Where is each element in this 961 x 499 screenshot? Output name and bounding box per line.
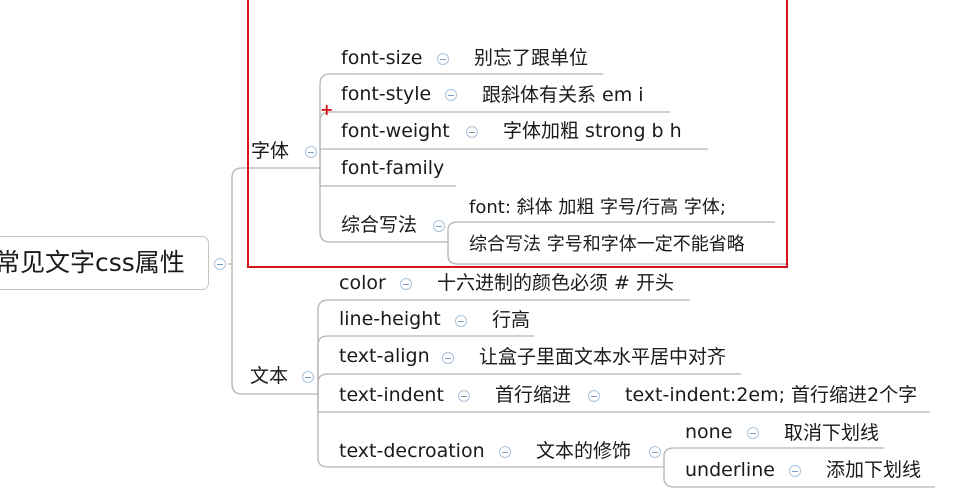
root-node[interactable]: 常见文字css属性 xyxy=(0,236,209,290)
note-underline[interactable]: 添加下划线 xyxy=(826,461,921,480)
collapse-icon[interactable] xyxy=(747,427,759,439)
note-text-decoration[interactable]: 文本的修饰 xyxy=(536,442,631,461)
branch-text[interactable]: 文本 xyxy=(250,367,288,386)
node-shorthand[interactable]: 综合写法 xyxy=(341,216,417,235)
collapse-icon[interactable] xyxy=(649,446,661,458)
note-font-size[interactable]: 别忘了跟单位 xyxy=(474,49,588,68)
node-color[interactable]: color xyxy=(339,274,386,293)
collapse-icon[interactable] xyxy=(214,258,226,270)
option-underline[interactable]: underline xyxy=(685,461,775,480)
collapse-icon[interactable] xyxy=(588,390,600,402)
note-shorthand-rule[interactable]: 综合写法 字号和字体一定不能省略 xyxy=(469,236,745,254)
crosshair-cursor-icon: + xyxy=(320,100,334,119)
subnote-text-indent[interactable]: text-indent:2em; 首行缩进2个字 xyxy=(625,386,917,405)
node-font-weight[interactable]: font-weight xyxy=(341,122,450,141)
collapse-icon[interactable] xyxy=(433,220,445,232)
root-label: 常见文字css属性 xyxy=(0,248,185,277)
option-none[interactable]: none xyxy=(685,423,732,442)
note-none[interactable]: 取消下划线 xyxy=(784,424,879,443)
node-line-height[interactable]: line-height xyxy=(339,310,441,329)
note-text-align[interactable]: 让盒子里面文本水平居中对齐 xyxy=(479,348,726,367)
node-text-align[interactable]: text-align xyxy=(339,347,430,366)
note-line-height[interactable]: 行高 xyxy=(492,311,530,330)
collapse-icon[interactable] xyxy=(400,278,412,290)
node-text-decoration[interactable]: text-decroation xyxy=(339,442,485,461)
node-font-style[interactable]: font-style xyxy=(341,85,431,104)
node-font-family[interactable]: font-family xyxy=(341,159,444,178)
collapse-icon[interactable] xyxy=(442,352,454,364)
collapse-icon[interactable] xyxy=(445,89,457,101)
collapse-icon[interactable] xyxy=(305,146,317,158)
node-text-indent[interactable]: text-indent xyxy=(339,386,444,405)
collapse-icon[interactable] xyxy=(466,126,478,138)
collapse-icon[interactable] xyxy=(789,465,801,477)
note-shorthand-syntax[interactable]: font: 斜体 加粗 字号/行高 字体; xyxy=(469,199,726,217)
collapse-icon[interactable] xyxy=(437,53,449,65)
note-font-style[interactable]: 跟斜体有关系 em i xyxy=(482,86,644,105)
note-font-weight[interactable]: 字体加粗 strong b h xyxy=(503,122,682,141)
note-text-indent[interactable]: 首行缩进 xyxy=(495,386,571,405)
collapse-icon[interactable] xyxy=(455,315,467,327)
collapse-icon[interactable] xyxy=(458,390,470,402)
note-color[interactable]: 十六进制的颜色必须 # 开头 xyxy=(437,274,674,293)
collapse-icon[interactable] xyxy=(302,371,314,383)
branch-font[interactable]: 字体 xyxy=(251,142,289,161)
node-font-size[interactable]: font-size xyxy=(341,49,423,68)
collapse-icon[interactable] xyxy=(499,446,511,458)
